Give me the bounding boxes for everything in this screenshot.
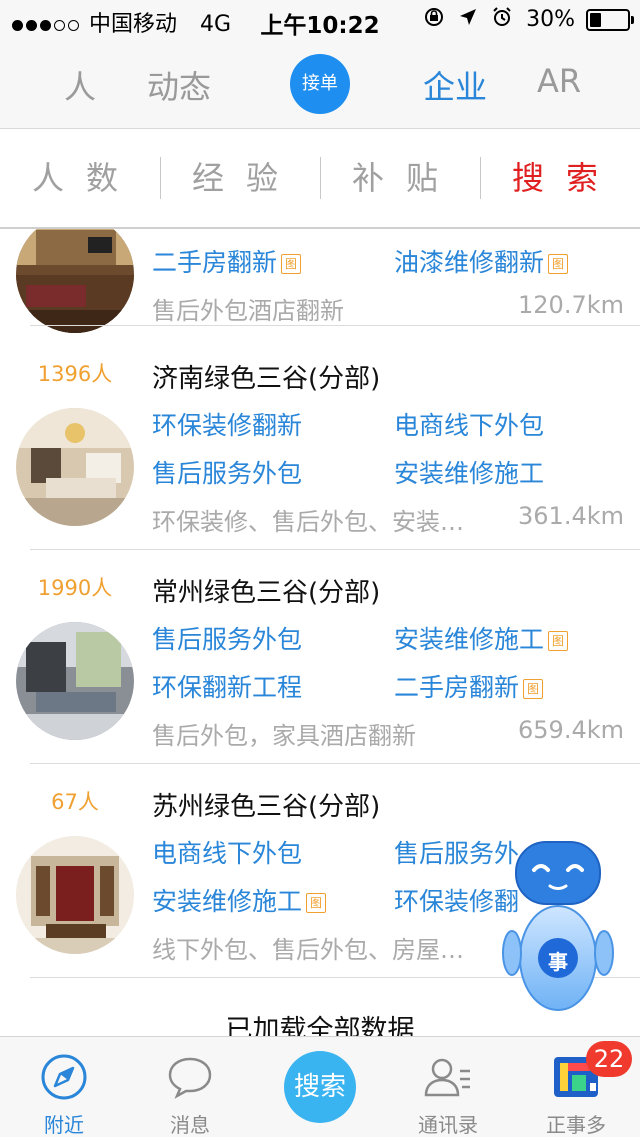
enterprise-avatar <box>16 622 134 740</box>
status-bar: 中国移动 4G 上午10:22 30% <box>0 0 640 40</box>
enterprise-tag[interactable]: 安装维修施工 <box>394 454 544 490</box>
enterprise-avatar <box>16 836 134 954</box>
top-nav: 人 动态 接单 企业 AR <box>0 40 640 129</box>
enterprise-distance: 361.4km <box>518 502 624 530</box>
enterprise-tag[interactable]: 安装维修施工图 <box>152 882 327 918</box>
chat-bubble-icon <box>166 1053 214 1101</box>
filter-people-count[interactable]: 人数 <box>6 129 166 227</box>
enterprise-avatar <box>16 408 134 526</box>
image-badge-icon: 图 <box>523 679 544 699</box>
enterprise-description: 售后外包，家具酒店翻新 <box>152 722 416 750</box>
list-item[interactable]: 1396人 济南绿色三谷(分部) 环保装修翻新 电商线下外包 售后服务外包 安装… <box>0 336 640 550</box>
enterprise-member-count: 1990人 <box>37 576 113 600</box>
tab-label: 消息 <box>170 1113 210 1137</box>
enterprise-tag[interactable]: 环保翻新工程 <box>152 668 302 704</box>
tab-nearby[interactable]: 附近 <box>0 1037 128 1137</box>
filter-bar: 人数 经验 补贴 搜索 <box>0 129 640 229</box>
status-bar-right: 30% <box>423 6 634 34</box>
enterprise-tag[interactable]: 售后服务外包 <box>152 620 302 656</box>
enterprise-tag[interactable]: 油漆维修翻新图 <box>394 243 569 279</box>
enterprise-description: 线下外包、售后外包、房屋… <box>152 936 464 964</box>
filter-divider <box>480 157 481 199</box>
notification-badge: 22 <box>586 1041 632 1077</box>
enterprise-tag[interactable]: 售后服务外包 <box>152 454 302 490</box>
list-item[interactable]: 二手房翻新图 油漆维修翻新图 售后外包酒店翻新 120.7km <box>0 229 640 333</box>
battery-percent: 30% <box>526 7 575 32</box>
tab-contacts[interactable]: 通讯录 <box>384 1037 512 1137</box>
enterprise-member-count: 1396人 <box>37 362 113 386</box>
assistant-robot-button[interactable]: 事 <box>498 838 618 1018</box>
filter-experience[interactable]: 经验 <box>166 129 326 227</box>
alarm-icon <box>491 6 513 34</box>
search-tab-button[interactable]: 搜索 <box>284 1051 356 1123</box>
row-divider <box>30 325 640 326</box>
tab-label: 附近 <box>44 1113 84 1137</box>
enterprise-tag[interactable]: 电商线下外包 <box>152 834 302 870</box>
battery-icon <box>586 9 634 31</box>
tab-label: 通讯录 <box>418 1113 478 1137</box>
enterprise-tag[interactable]: 电商线下外包 <box>394 406 544 442</box>
take-order-button[interactable]: 接单 <box>290 54 350 114</box>
image-badge-icon: 图 <box>306 893 327 913</box>
robot-badge-label: 事 <box>548 950 568 974</box>
bottom-tab-bar: 附近 消息 搜索 通讯录 正事多 22 <box>0 1036 640 1137</box>
tab-label: 正事多 <box>546 1113 606 1137</box>
nav-tab-ar[interactable]: AR <box>537 62 581 100</box>
nav-tab-moments[interactable]: 动态 <box>147 62 211 108</box>
enterprise-member-count: 67人 <box>51 790 99 814</box>
filter-divider <box>320 157 321 199</box>
tab-messages[interactable]: 消息 <box>126 1037 254 1137</box>
contacts-icon <box>424 1053 472 1101</box>
enterprise-tag[interactable]: 二手房翻新图 <box>152 243 302 279</box>
nav-tab-enterprise[interactable]: 企业 <box>423 62 487 108</box>
enterprise-avatar <box>16 229 134 333</box>
location-arrow-icon <box>458 7 478 33</box>
enterprise-title: 济南绿色三谷(分部) <box>152 364 381 394</box>
enterprise-title: 常州绿色三谷(分部) <box>152 578 381 608</box>
image-badge-icon: 图 <box>548 254 569 274</box>
enterprise-tag[interactable]: 安装维修施工图 <box>394 620 569 656</box>
image-badge-icon: 图 <box>548 631 569 651</box>
rotation-lock-icon <box>423 6 445 34</box>
enterprise-description: 环保装修、售后外包、安装… <box>152 508 464 536</box>
enterprise-tag[interactable]: 环保装修翻新 <box>152 406 302 442</box>
enterprise-tag[interactable]: 二手房翻新图 <box>394 668 544 704</box>
enterprise-distance: 659.4km <box>518 716 624 744</box>
nav-tab-people[interactable]: 人 <box>64 62 96 108</box>
enterprise-title: 苏州绿色三谷(分部) <box>152 792 381 822</box>
filter-search-button[interactable]: 搜索 <box>486 129 640 227</box>
enterprise-distance: 120.7km <box>518 291 624 319</box>
filter-divider <box>160 157 161 199</box>
enterprise-description: 售后外包酒店翻新 <box>152 297 344 325</box>
filter-subsidy[interactable]: 补贴 <box>326 129 486 227</box>
image-badge-icon: 图 <box>281 254 302 274</box>
list-item[interactable]: 1990人 常州绿色三谷(分部) 售后服务外包 安装维修施工图 环保翻新工程 二… <box>0 550 640 764</box>
compass-icon <box>40 1053 88 1101</box>
